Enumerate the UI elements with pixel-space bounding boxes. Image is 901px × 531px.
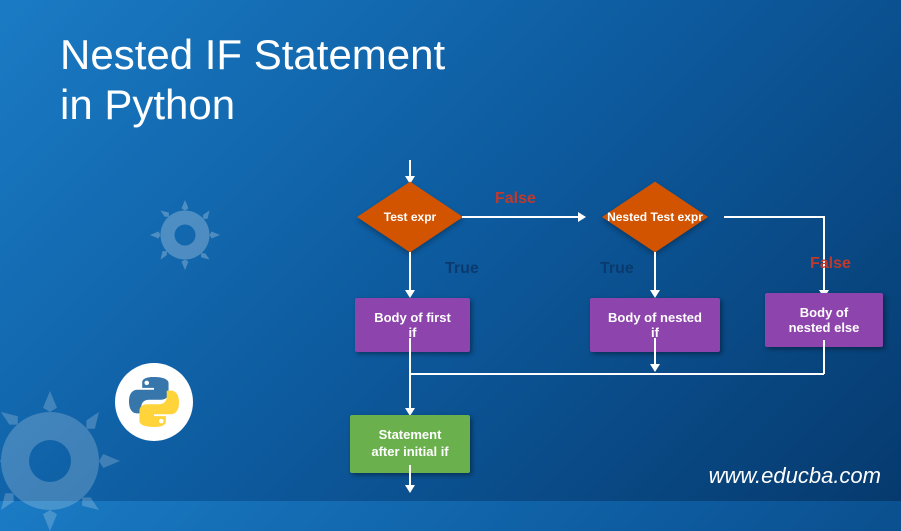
python-logo [115,363,193,441]
label-true-2: True [600,260,634,278]
page-title: Nested IF Statement in Python [60,30,445,131]
title-line1: Nested IF Statement [60,30,445,80]
flowchart: Test expr False Nested Test expr True Tr… [270,160,890,500]
website-url: www.educba.com [709,463,881,489]
python-icon [129,377,179,427]
box-body-first-if: Body of first if [355,298,470,352]
title-line2: in Python [60,80,445,130]
gear-icon [150,200,220,270]
box-body-nested-else: Body of nested else [765,293,883,347]
label-true: True [445,260,479,278]
label-false: False [495,190,536,208]
label-false-2: False [810,255,851,273]
decision-nested-test-expr: Nested Test expr [580,182,730,252]
gear-icon [0,391,120,531]
decision-test-expr: Test expr [350,182,470,252]
